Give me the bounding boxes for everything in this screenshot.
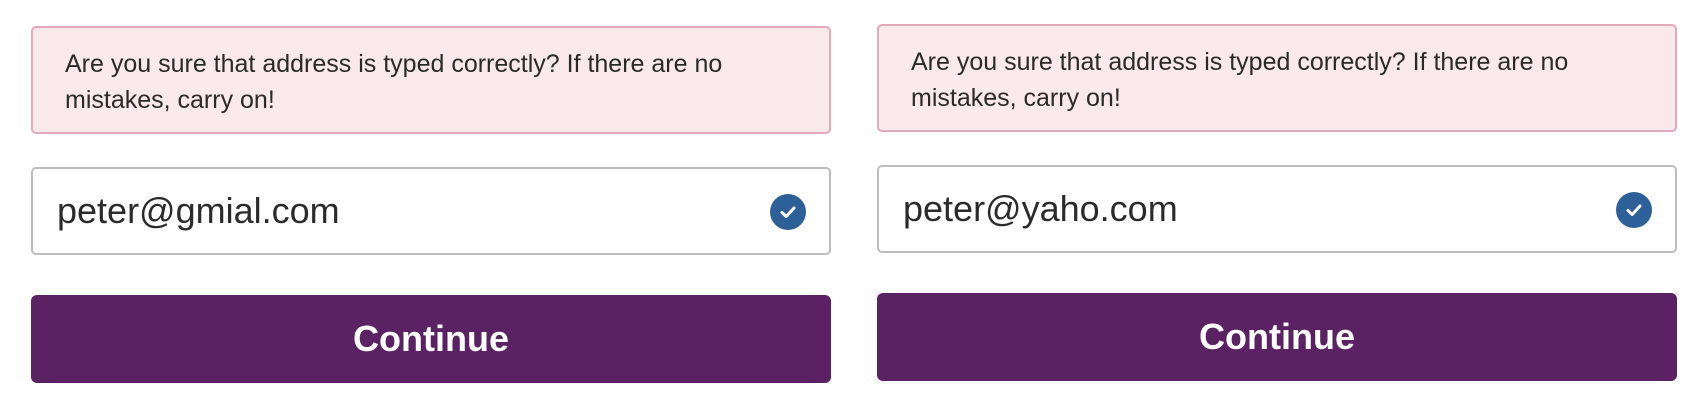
check-circle-icon bbox=[1616, 192, 1652, 228]
typo-warning-message: Are you sure that address is typed corre… bbox=[877, 24, 1677, 132]
continue-button[interactable]: Continue bbox=[31, 295, 831, 383]
continue-button-label: Continue bbox=[1199, 316, 1355, 357]
email-confirm-panel-right: Are you sure that address is typed corre… bbox=[877, 24, 1677, 381]
typo-warning-text: Are you sure that address is typed corre… bbox=[65, 50, 723, 114]
email-field-value[interactable]: peter@gmial.com bbox=[57, 169, 340, 253]
continue-button-label: Continue bbox=[353, 318, 509, 359]
check-circle-icon bbox=[770, 194, 806, 230]
email-field[interactable]: peter@yaho.com bbox=[877, 165, 1677, 253]
typo-warning-text: Are you sure that address is typed corre… bbox=[911, 48, 1569, 112]
email-confirm-panel-left: Are you sure that address is typed corre… bbox=[31, 26, 831, 383]
continue-button[interactable]: Continue bbox=[877, 293, 1677, 381]
email-field[interactable]: peter@gmial.com bbox=[31, 167, 831, 255]
typo-warning-message: Are you sure that address is typed corre… bbox=[31, 26, 831, 134]
email-field-value[interactable]: peter@yaho.com bbox=[903, 167, 1178, 251]
